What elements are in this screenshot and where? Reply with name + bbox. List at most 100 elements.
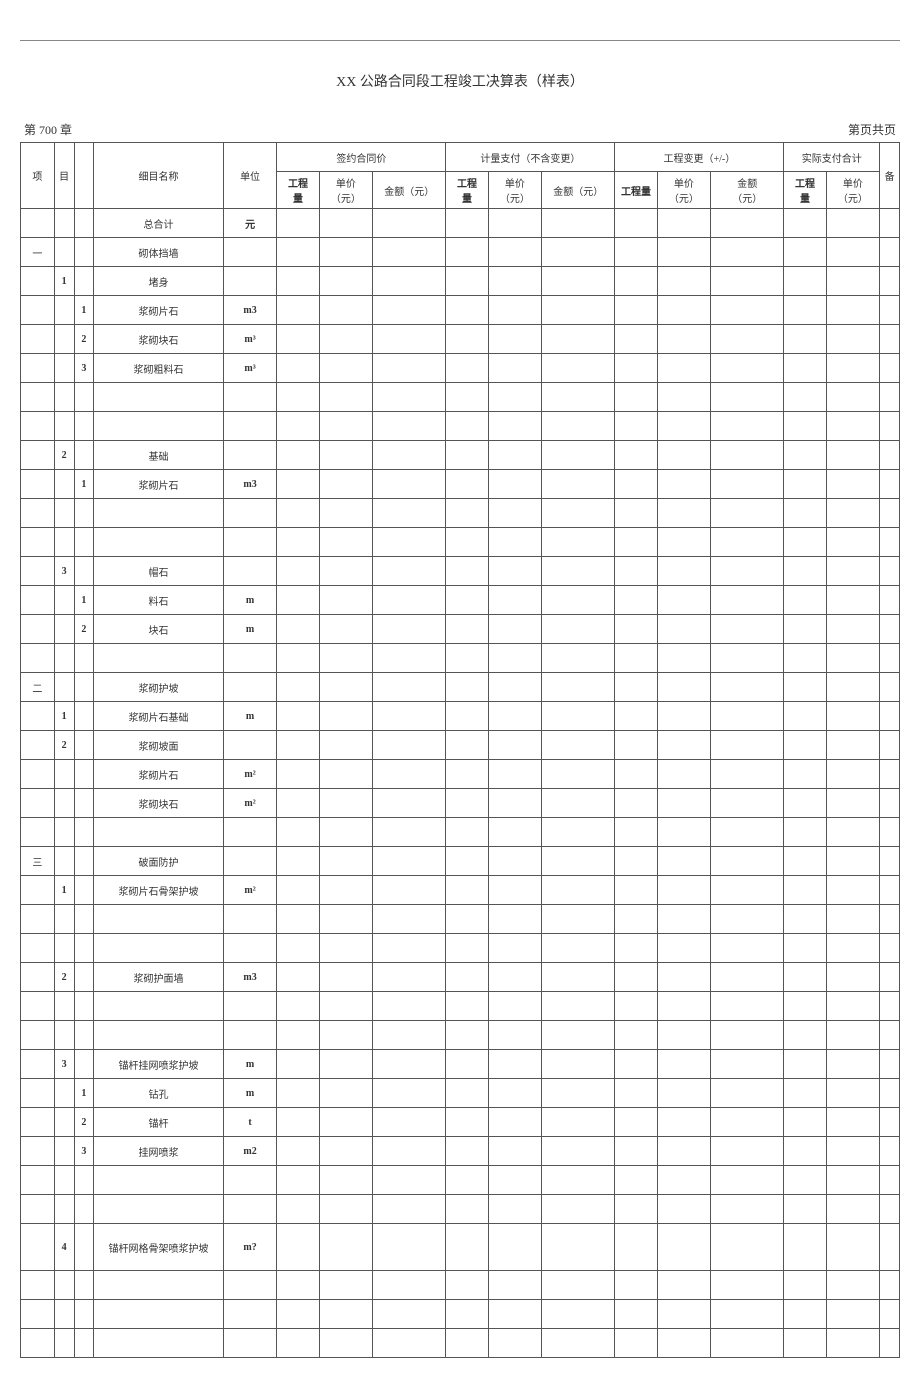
- table-row: [21, 818, 900, 847]
- cell: [488, 441, 542, 470]
- cell: [21, 818, 55, 847]
- cell: [826, 325, 880, 354]
- table-row: 3浆砌粗料石m³: [21, 354, 900, 383]
- cell: [54, 209, 74, 238]
- cell: [542, 209, 615, 238]
- cell: [54, 1021, 74, 1050]
- table-row: 1浆砌片石骨架护坡m²: [21, 876, 900, 905]
- cell: [74, 789, 94, 818]
- cell: [277, 847, 319, 876]
- table-row: 3挂网喷浆m2: [21, 1137, 900, 1166]
- cell: [319, 1079, 373, 1108]
- cell: [615, 412, 657, 441]
- cell: [446, 934, 488, 963]
- cell: [615, 1166, 657, 1195]
- cell: [373, 528, 446, 557]
- cell: [277, 499, 319, 528]
- cell: 锚杆挂网喷浆护坡: [94, 1050, 224, 1079]
- cell: [446, 412, 488, 441]
- cell: [711, 267, 784, 296]
- cell: [784, 992, 826, 1021]
- table-row: 2块石m: [21, 615, 900, 644]
- cell: [711, 238, 784, 267]
- cell: [542, 412, 615, 441]
- cell: [319, 876, 373, 905]
- cell: [711, 992, 784, 1021]
- cell: [488, 383, 542, 412]
- cell: [373, 1329, 446, 1358]
- cell: [657, 789, 711, 818]
- cell: [319, 615, 373, 644]
- cell: [446, 1108, 488, 1137]
- cell: [880, 1329, 900, 1358]
- cell: [615, 1224, 657, 1271]
- cell: [277, 934, 319, 963]
- cell: [488, 760, 542, 789]
- cell: [373, 1224, 446, 1271]
- table-row: 1浆砌片石m3: [21, 296, 900, 325]
- cell: [223, 267, 277, 296]
- cell: [711, 1224, 784, 1271]
- cell: m: [223, 615, 277, 644]
- cell: [488, 325, 542, 354]
- cell: [488, 702, 542, 731]
- cell: [657, 731, 711, 760]
- cell: [319, 789, 373, 818]
- cell: [94, 1271, 224, 1300]
- cell: [446, 1137, 488, 1166]
- cell: [54, 499, 74, 528]
- table-row: 二浆砌护坡: [21, 673, 900, 702]
- cell: [223, 818, 277, 847]
- cell: 2: [54, 963, 74, 992]
- cell: [784, 1021, 826, 1050]
- cell: [446, 1271, 488, 1300]
- cell: [373, 470, 446, 499]
- cell: [277, 238, 319, 267]
- hdr-qty2: 工程量: [446, 172, 488, 209]
- cell: [615, 1137, 657, 1166]
- cell: [615, 1195, 657, 1224]
- table-row: [21, 934, 900, 963]
- cell: [373, 615, 446, 644]
- cell: [94, 934, 224, 963]
- cell: [74, 992, 94, 1021]
- cell: [54, 238, 74, 267]
- cell: [373, 1195, 446, 1224]
- cell: [373, 1300, 446, 1329]
- cell: [488, 412, 542, 441]
- cell: [880, 1166, 900, 1195]
- cell: [74, 1050, 94, 1079]
- cell: [319, 586, 373, 615]
- table-row: 3帽石: [21, 557, 900, 586]
- cell: 钻孔: [94, 1079, 224, 1108]
- cell: [277, 1050, 319, 1079]
- cell: [94, 1300, 224, 1329]
- cell: [21, 731, 55, 760]
- cell: [277, 702, 319, 731]
- cell: [657, 1224, 711, 1271]
- hdr-amt3: 金额（元）: [711, 172, 784, 209]
- cell: [277, 412, 319, 441]
- cell: [446, 267, 488, 296]
- cell: [826, 470, 880, 499]
- cell: [784, 818, 826, 847]
- cell: [711, 528, 784, 557]
- cell: [488, 934, 542, 963]
- cell: [223, 731, 277, 760]
- cell: [542, 238, 615, 267]
- cell: [488, 499, 542, 528]
- cell: [657, 1329, 711, 1358]
- table-row: [21, 383, 900, 412]
- cell: [373, 789, 446, 818]
- cell: [542, 1050, 615, 1079]
- cell: [488, 731, 542, 760]
- cell: [826, 1271, 880, 1300]
- cell: [657, 702, 711, 731]
- cell: [446, 1224, 488, 1271]
- cell: [319, 963, 373, 992]
- cell: [319, 470, 373, 499]
- cell: [784, 470, 826, 499]
- cell: [880, 876, 900, 905]
- hdr-qty4: 工程量: [784, 172, 826, 209]
- cell: [657, 1271, 711, 1300]
